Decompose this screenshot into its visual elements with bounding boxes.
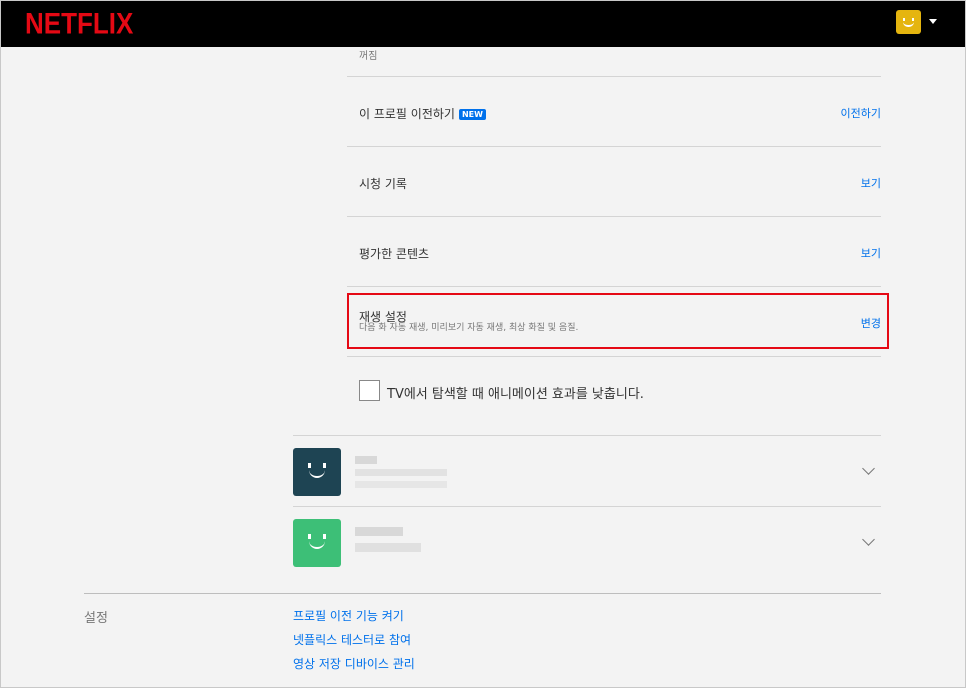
caret-down-icon[interactable] — [929, 19, 937, 24]
redacted-detail — [355, 469, 447, 476]
join-test-participation-link[interactable]: 넷플릭스 테스터로 참여 — [293, 631, 411, 648]
avatar-eye-right — [912, 18, 914, 21]
row-viewing-history: 시청 기록 보기 — [347, 147, 881, 217]
new-badge: NEW — [458, 109, 486, 120]
view-history-link[interactable]: 보기 — [861, 175, 881, 191]
chevron-down-icon[interactable] — [862, 533, 875, 546]
row-label: 이 프로필 이전하기 NEW — [359, 105, 486, 122]
redacted-name — [355, 456, 377, 464]
profile-avatar-1[interactable] — [293, 448, 341, 496]
reduce-animation-checkbox[interactable] — [359, 380, 380, 401]
manage-download-devices-link[interactable]: 영상 저장 디바이스 관리 — [293, 655, 415, 672]
avatar-mouth — [903, 22, 914, 27]
chevron-down-icon[interactable] — [862, 462, 875, 475]
profile-row[interactable] — [293, 435, 881, 505]
profile-avatar[interactable] — [896, 10, 921, 34]
partial-row-divider — [347, 7, 881, 77]
redacted-detail — [355, 543, 421, 552]
redacted-detail — [355, 481, 447, 488]
smile-icon — [309, 541, 325, 549]
section-divider — [84, 593, 881, 594]
smile-eye — [323, 534, 326, 539]
smile-eye — [308, 534, 311, 539]
redacted-name — [355, 527, 403, 536]
profile-row[interactable] — [293, 506, 881, 576]
avatar-eye-left — [903, 18, 905, 21]
checkbox-label: TV에서 탐색할 때 애니메이션 효과를 낮춥니다. — [387, 387, 644, 402]
highlight-box — [347, 293, 889, 349]
transfer-link[interactable]: 이전하기 — [841, 105, 881, 121]
smile-icon — [309, 470, 325, 478]
smile-eye — [323, 463, 326, 468]
netflix-logo[interactable]: NETFLIX — [25, 6, 133, 42]
row-label: 평가한 콘텐츠 — [359, 247, 430, 261]
row-label: 시청 기록 — [359, 177, 407, 191]
row-ratings: 평가한 콘텐츠 보기 — [347, 217, 881, 287]
smile-eye — [308, 463, 311, 468]
enable-profile-transfer-link[interactable]: 프로필 이전 기능 켜기 — [293, 607, 404, 624]
row-transfer-profile: 이 프로필 이전하기 NEW 이전하기 — [347, 77, 881, 147]
view-ratings-link[interactable]: 보기 — [861, 245, 881, 261]
settings-title: 설정 — [84, 611, 108, 626]
profile-avatar-2[interactable] — [293, 519, 341, 567]
